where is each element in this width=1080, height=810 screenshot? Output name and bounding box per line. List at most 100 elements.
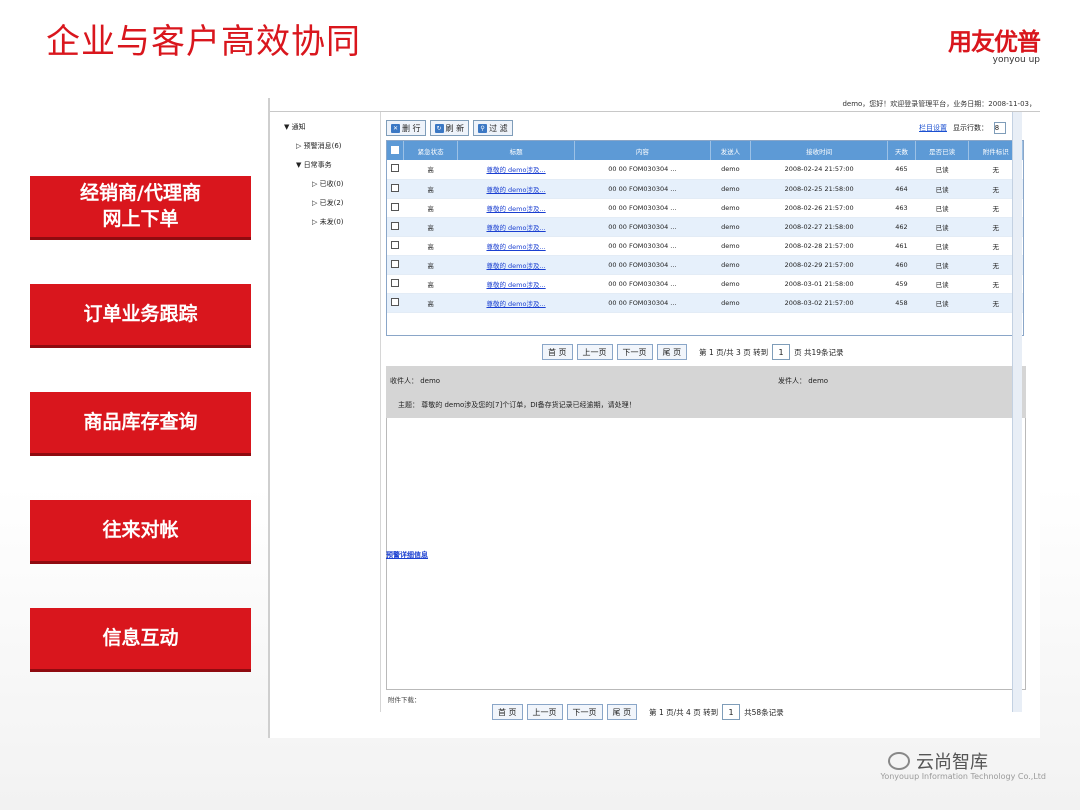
tree-node-sent[interactable]: ▷ 已发(2): [284, 194, 379, 213]
tree-node-alerts[interactable]: ▷ 预警消息(6): [284, 137, 379, 156]
table-cell: 高: [403, 217, 458, 237]
next-page-button[interactable]: 下一页: [566, 704, 603, 720]
feature-button-order-tracking[interactable]: 订单业务跟踪: [30, 284, 251, 348]
next-page-button[interactable]: 下一页: [616, 344, 653, 360]
row-checkbox[interactable]: [391, 240, 400, 249]
table-row[interactable]: 高尊敬的 demo涉及... 00 00 FOM030304 ... demo 200…: [387, 160, 1023, 180]
select-all-header[interactable]: [387, 141, 405, 160]
tree-label: 未发(0): [319, 218, 344, 226]
filter-button[interactable]: ⚲ 过 滤: [473, 120, 513, 136]
row-select-cell[interactable]: [387, 217, 404, 237]
prev-page-button[interactable]: 上一页: [576, 344, 613, 360]
feature-button-inventory-query[interactable]: 商品库存查询: [30, 392, 251, 456]
row-checkbox[interactable]: [391, 183, 400, 192]
column-header[interactable]: 内容: [574, 141, 711, 160]
tree-node-unsent[interactable]: ▷ 未发(0): [284, 213, 379, 232]
column-header[interactable]: 天数: [887, 141, 916, 160]
row-select-cell[interactable]: [387, 255, 404, 275]
table-cell: 460: [887, 255, 916, 275]
table-cell: demo: [710, 274, 751, 294]
pane-splitter[interactable]: [380, 112, 381, 712]
feature-button-reconciliation[interactable]: 往来对帐: [30, 500, 251, 564]
select-all-checkbox[interactable]: [391, 145, 400, 154]
column-header[interactable]: 接收时间: [750, 141, 889, 160]
rows-input[interactable]: [994, 122, 1006, 134]
row-select-cell[interactable]: [387, 160, 404, 180]
message-title-link[interactable]: 尊敬的 demo涉及...: [457, 217, 575, 237]
app-screenshot: demo，您好！欢迎登录管理平台，业务日期：2008-11-03， ▼ 通知 ▷…: [268, 98, 1040, 738]
feature-button-messaging[interactable]: 信息互动: [30, 608, 251, 672]
table-cell: 高: [403, 236, 458, 256]
table-cell: 高: [403, 198, 458, 218]
rows-label: 显示行数：: [953, 124, 988, 132]
column-header[interactable]: 紧急状态: [403, 141, 458, 160]
message-title-link[interactable]: 尊敬的 demo涉及...: [457, 160, 575, 180]
last-page-button[interactable]: 尾 页: [606, 704, 638, 720]
message-title-link[interactable]: 尊敬的 demo涉及...: [457, 274, 575, 294]
tree-node-received[interactable]: ▷ 已收(0): [284, 175, 379, 194]
table-row[interactable]: 高尊敬的 demo涉及... 00 00 FOM030304 ... demo 200…: [387, 236, 1023, 256]
row-select-cell[interactable]: [387, 274, 404, 294]
pager-bottom: 首 页 上一页 下一页 尾 页 第 1 页/共 4 页 转到 1 共58条记录: [492, 704, 784, 720]
row-select-cell[interactable]: [387, 293, 404, 313]
row-select-cell[interactable]: [387, 179, 404, 199]
column-header[interactable]: 标题: [457, 141, 576, 160]
refresh-label: 刷 新: [445, 123, 465, 133]
brand-logo: 用友优普 yonyou up: [948, 22, 1041, 65]
alert-detail-link[interactable]: 预警详细信息: [386, 550, 428, 560]
delete-button[interactable]: ✕ 删 行: [386, 120, 426, 136]
message-detail-header: 收件人： demo 发件人： demo 主题： 尊敬的 demo涉及您的[7]个…: [386, 366, 1026, 418]
refresh-button[interactable]: ↻ 刷 新: [429, 120, 470, 136]
last-page-button[interactable]: 尾 页: [656, 344, 688, 360]
row-checkbox[interactable]: [391, 164, 400, 173]
row-checkbox[interactable]: [391, 278, 400, 287]
row-select-cell[interactable]: [387, 236, 404, 256]
table-cell: 高: [403, 255, 458, 275]
column-header[interactable]: 是否已读: [915, 141, 970, 160]
prev-page-button[interactable]: 上一页: [526, 704, 563, 720]
receiver-text: 收件人： demo: [390, 377, 441, 385]
wechat-icon: [888, 752, 910, 770]
table-cell: demo: [710, 198, 751, 218]
table-cell: 2008-02-27 21:58:00: [750, 217, 888, 237]
filter-icon: ⚲: [478, 123, 488, 133]
row-checkbox[interactable]: [391, 297, 400, 306]
message-title-link[interactable]: 尊敬的 demo涉及...: [457, 198, 575, 218]
row-checkbox[interactable]: [391, 259, 400, 268]
filter-label: 过 滤: [489, 123, 508, 133]
table-row[interactable]: 高尊敬的 demo涉及... 00 00 FOM030304 ... demo 200…: [387, 198, 1023, 218]
message-title-link[interactable]: 尊敬的 demo涉及...: [457, 255, 575, 275]
row-checkbox[interactable]: [391, 221, 400, 230]
sender-text: 发件人： demo: [778, 377, 829, 385]
message-title-link[interactable]: 尊敬的 demo涉及...: [457, 293, 575, 313]
page-select[interactable]: 1: [722, 704, 741, 720]
table-row[interactable]: 高尊敬的 demo涉及... 00 00 FOM030304 ... demo 200…: [387, 179, 1023, 199]
table-cell: 2008-02-26 21:57:00: [750, 198, 888, 218]
table-row[interactable]: 高尊敬的 demo涉及... 00 00 FOM030304 ... demo 200…: [387, 274, 1023, 294]
message-title-link[interactable]: 尊敬的 demo涉及...: [457, 179, 575, 199]
table-row[interactable]: 高尊敬的 demo涉及... 00 00 FOM030304 ... demo 200…: [387, 255, 1023, 275]
first-page-button[interactable]: 首 页: [542, 344, 573, 360]
first-page-button[interactable]: 首 页: [492, 704, 523, 720]
page-select[interactable]: 1: [772, 344, 791, 360]
feature-button-label: 商品库存查询: [83, 410, 198, 433]
attachment-label: 附件下载：: [388, 696, 421, 704]
column-header[interactable]: 发送人: [710, 141, 752, 160]
table-cell: 已读: [915, 236, 969, 256]
tree-node-daily[interactable]: ▼ 日常事务: [284, 156, 379, 175]
vertical-scrollbar[interactable]: [1012, 112, 1022, 712]
table-row[interactable]: 高尊敬的 demo涉及... 00 00 FOM030304 ... demo 200…: [387, 293, 1023, 313]
table-cell: 2008-03-02 21:57:00: [750, 293, 888, 313]
tree-label: 已收(0): [319, 180, 344, 188]
tree-node-notice[interactable]: ▼ 通知: [284, 118, 379, 137]
row-checkbox[interactable]: [391, 202, 400, 211]
tree-label: 预警消息(6): [303, 142, 342, 150]
table-cell: 462: [887, 217, 916, 237]
column-settings-link[interactable]: 栏目设置: [919, 123, 947, 133]
feature-button-online-order[interactable]: 经销商/代理商 网上下单: [30, 176, 251, 240]
feature-button-label: 往来对帐: [102, 518, 179, 541]
row-select-cell[interactable]: [387, 198, 404, 218]
grid-settings: 栏目设置 显示行数：: [919, 122, 1006, 134]
table-row[interactable]: 高尊敬的 demo涉及... 00 00 FOM030304 ... demo 200…: [387, 217, 1023, 237]
message-title-link[interactable]: 尊敬的 demo涉及...: [457, 236, 575, 256]
